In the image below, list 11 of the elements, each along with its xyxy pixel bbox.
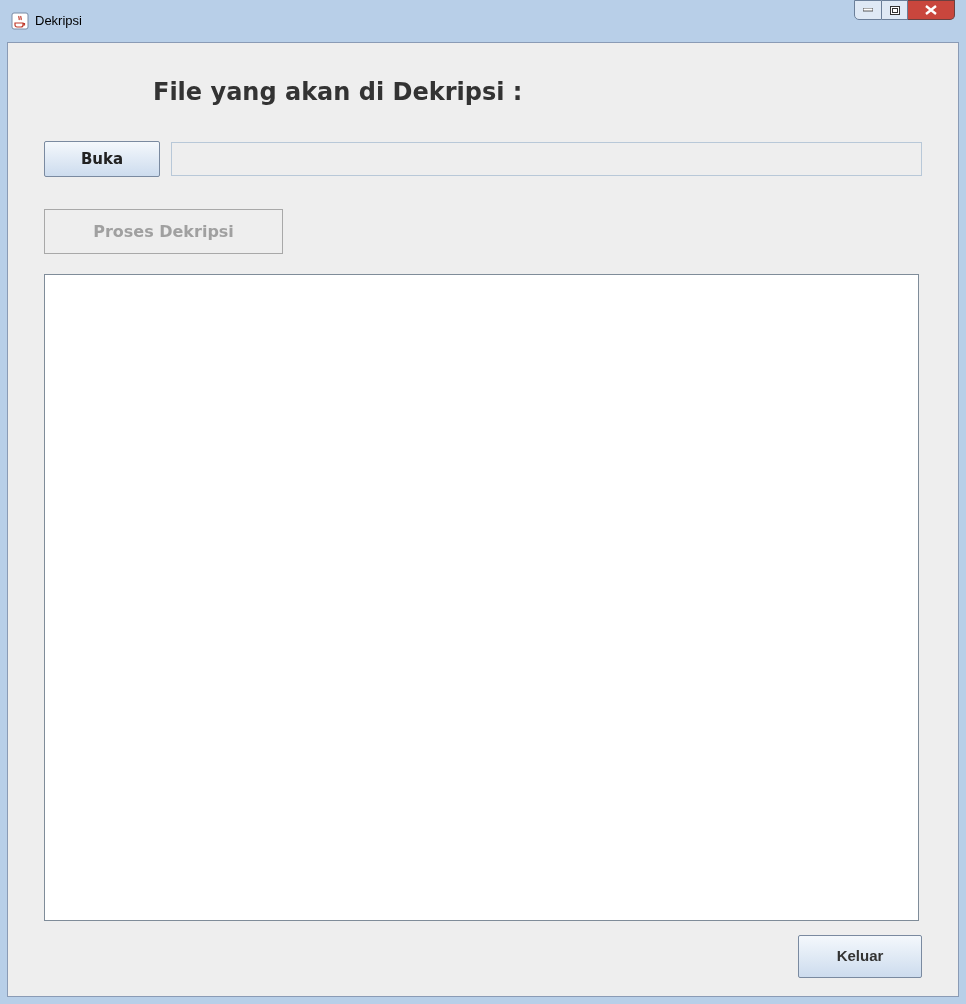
window-title: Dekripsi	[35, 12, 82, 31]
heading: File yang akan di Dekripsi :	[153, 77, 523, 108]
close-icon	[925, 5, 937, 15]
minimize-icon	[863, 8, 873, 12]
maximize-button[interactable]	[882, 0, 908, 20]
close-button[interactable]	[908, 0, 955, 20]
open-button[interactable]: Buka	[44, 141, 160, 177]
maximize-icon	[889, 5, 900, 15]
coffee-cup-icon	[11, 12, 29, 30]
exit-button[interactable]: Keluar	[798, 935, 922, 978]
file-path-field[interactable]	[171, 142, 922, 176]
